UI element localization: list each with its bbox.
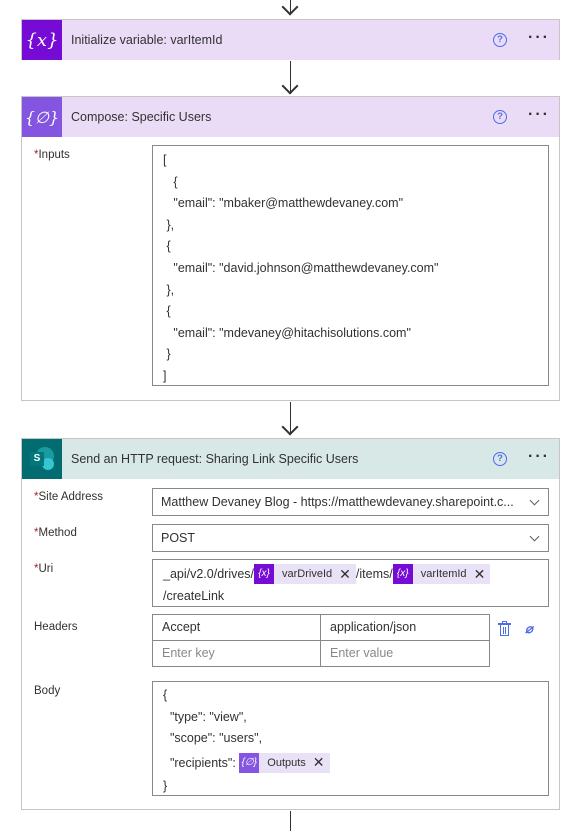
step-header[interactable]: S Send an HTTP request: Sharing Link Spe… <box>22 439 559 479</box>
step-title: Compose: Specific Users <box>71 110 212 124</box>
token-label: Outputs <box>267 756 306 769</box>
inputs-line: "email": "david.johnson@matthewdevaney.c… <box>163 260 439 275</box>
header-key-placeholder[interactable]: Enter key <box>152 640 321 667</box>
more-options-icon[interactable]: ··· <box>528 449 550 465</box>
chevron-down-icon[interactable] <box>529 495 540 506</box>
inputs-line: [ <box>163 153 167 167</box>
site-address-select[interactable]: Matthew Devaney Blog - https://matthewde… <box>152 488 549 516</box>
step-http-request[interactable]: S Send an HTTP request: Sharing Link Spe… <box>21 438 560 810</box>
token-label: varItemId <box>420 568 467 580</box>
arrow-top <box>281 0 299 16</box>
uri-text: /items/ <box>355 567 393 581</box>
body-label: Body <box>34 685 61 697</box>
token-vardriveid[interactable]: {x} varDriveId ✕ <box>254 564 356 584</box>
token-label: varDriveId <box>282 568 333 580</box>
compose-icon: {∅} <box>239 752 260 773</box>
connector-bottom <box>290 811 291 831</box>
variable-icon: {x} <box>254 564 275 584</box>
body-line: { <box>163 688 168 702</box>
body-line: "type": "view", <box>163 709 247 724</box>
arrow-icon <box>281 77 299 95</box>
help-icon[interactable]: ? <box>493 110 507 124</box>
body-line: } <box>163 778 168 793</box>
method-value: POST <box>161 531 196 545</box>
header-value-placeholder[interactable]: Enter value <box>320 640 490 667</box>
step-compose[interactable]: {∅} Compose: Specific Users ? ··· *Input… <box>21 96 560 401</box>
body-line: "recipients": <box>163 755 240 770</box>
header-value-input[interactable]: application/json <box>320 614 490 641</box>
remove-token-icon[interactable]: ✕ <box>339 563 356 585</box>
chevron-down-icon[interactable] <box>529 531 540 542</box>
inputs-line: }, <box>163 282 175 297</box>
inputs-line: } <box>163 347 171 362</box>
inputs-line: { <box>163 174 178 189</box>
more-options-icon[interactable]: ··· <box>528 107 550 123</box>
help-icon[interactable]: ? <box>493 452 507 466</box>
delete-icon[interactable] <box>498 621 511 636</box>
inputs-line: "email": "mdevaney@hitachisolutions.com" <box>163 325 411 340</box>
uri-text: /createLink <box>163 589 225 603</box>
header-key-input[interactable]: Accept <box>152 614 321 641</box>
more-options-icon[interactable]: ··· <box>528 30 550 46</box>
inputs-line: ] <box>163 368 167 383</box>
step-title: Send an HTTP request: Sharing Link Speci… <box>71 452 359 466</box>
site-address-label: *Site Address <box>34 491 104 503</box>
inputs-line: { <box>163 304 171 319</box>
body-line: "scope": "users", <box>163 731 263 746</box>
body-field[interactable]: { "type": "view", "scope": "users", "rec… <box>152 681 549 796</box>
inputs-line: }, <box>163 217 175 232</box>
sharepoint-icon: S <box>22 439 62 479</box>
remove-token-icon[interactable]: ✕ <box>313 754 330 771</box>
inputs-line: { <box>163 239 171 254</box>
step-header[interactable]: {∅} Compose: Specific Users ? ··· <box>22 97 559 137</box>
step-header[interactable]: {x} Initialize variable: varItemId ? ··· <box>22 20 559 60</box>
step-title: Initialize variable: varItemId <box>71 33 223 47</box>
inputs-label: *Inputs <box>34 149 70 161</box>
arrow-icon <box>281 418 299 436</box>
compose-icon: {∅} <box>22 97 62 137</box>
token-outputs[interactable]: {∅} Outputs ✕ <box>239 752 330 773</box>
inputs-line: "email": "mbaker@matthewdevaney.com" <box>163 196 404 211</box>
inputs-field[interactable]: [ { "email": "mbaker@matthewdevaney.com"… <box>152 145 549 386</box>
headers-label: Headers <box>34 621 78 633</box>
remove-token-icon[interactable]: ✕ <box>474 563 491 585</box>
switch-text-mode-icon[interactable]: ⌀ <box>525 622 541 636</box>
site-address-value: Matthew Devaney Blog - https://matthewde… <box>161 495 514 509</box>
variable-icon: {x} <box>392 564 413 584</box>
method-select[interactable]: POST <box>152 524 549 552</box>
variable-icon: {x} <box>22 20 62 60</box>
uri-text: _api/v2.0/drives/ <box>163 567 255 581</box>
help-icon[interactable]: ? <box>493 33 507 47</box>
uri-label: *Uri <box>34 563 54 575</box>
token-varitemid[interactable]: {x} varItemId ✕ <box>392 563 491 585</box>
step-initialize-variable[interactable]: {x} Initialize variable: varItemId ? ··· <box>21 19 560 60</box>
method-label: *Method <box>34 527 77 539</box>
uri-field[interactable]: _api/v2.0/drives/ {x} varDriveId ✕ /item… <box>152 559 549 607</box>
